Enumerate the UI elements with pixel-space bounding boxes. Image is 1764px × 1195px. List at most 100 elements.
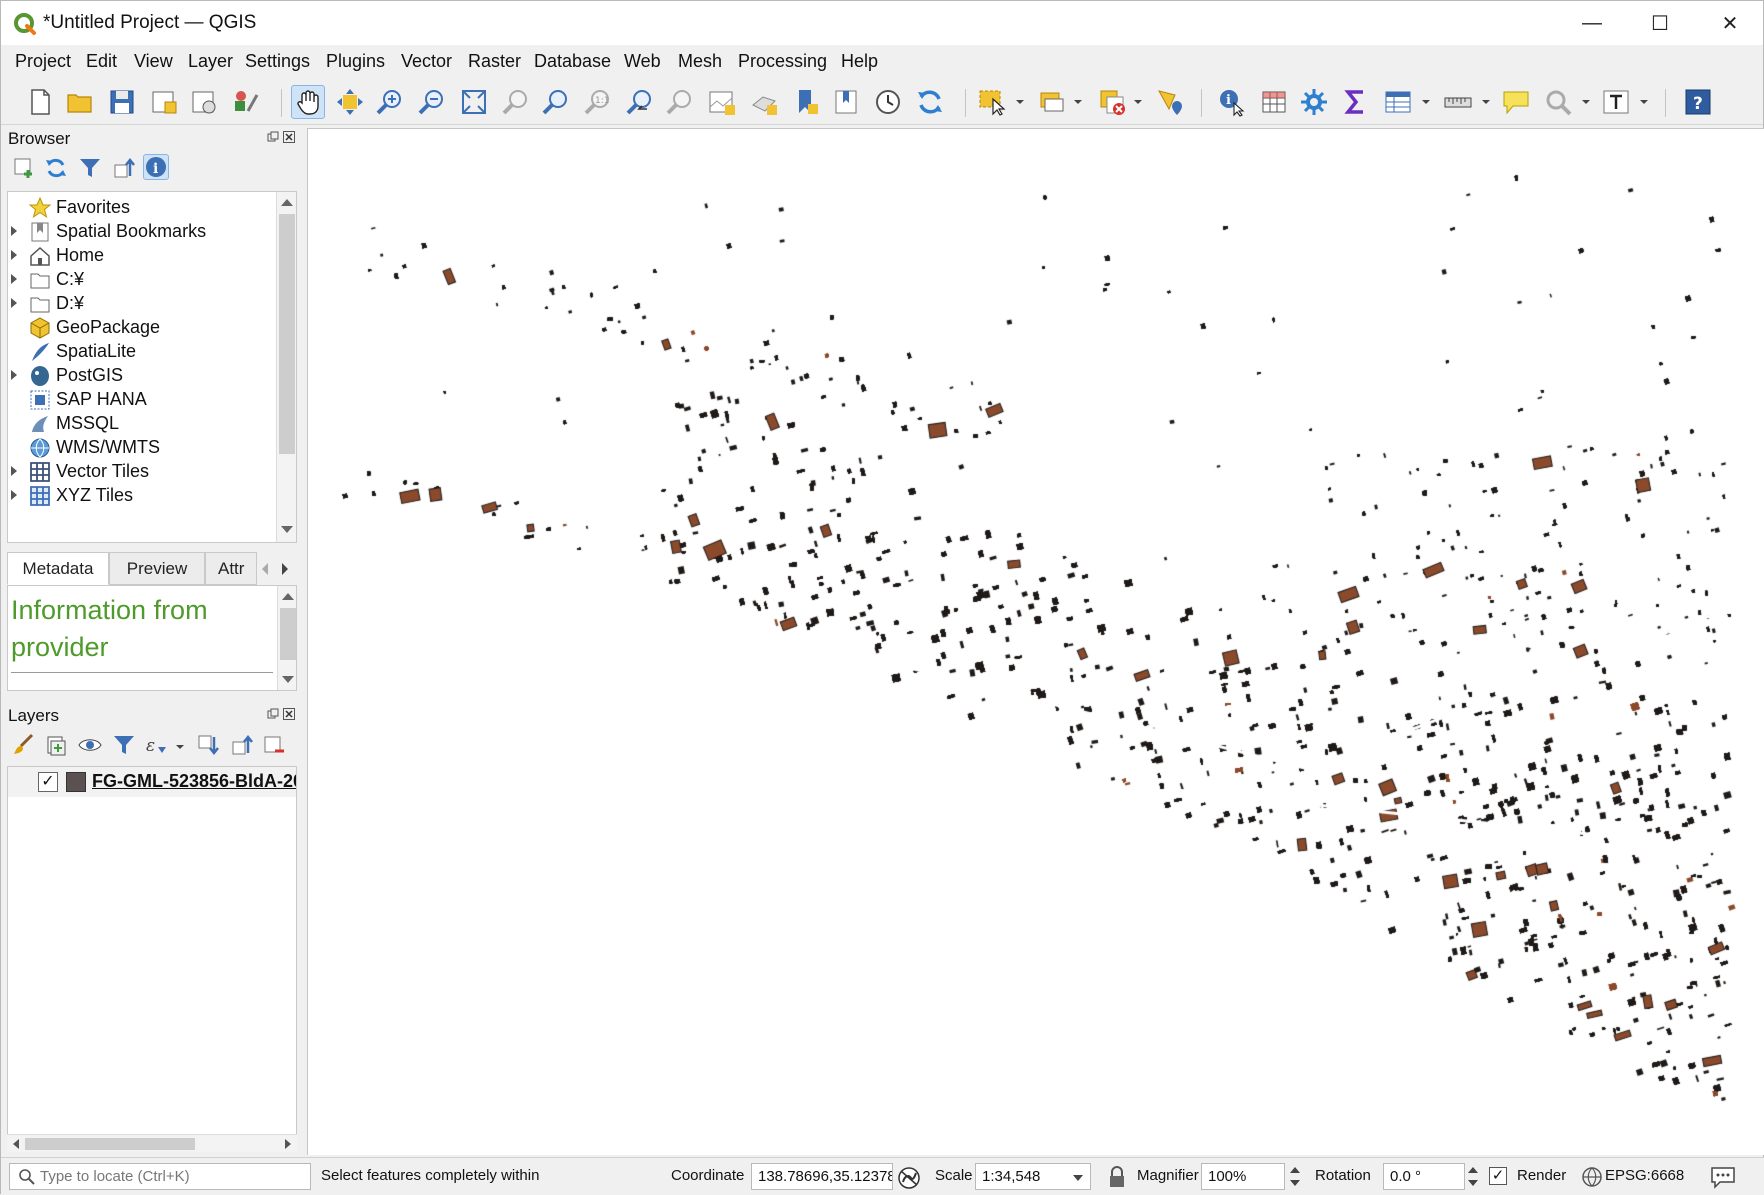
open-project-button[interactable] <box>63 85 97 119</box>
lock-icon[interactable] <box>1107 1166 1127 1188</box>
style-layer-button[interactable] <box>11 732 37 758</box>
temporal-controller-button[interactable] <box>871 85 905 119</box>
locator-button[interactable] <box>1541 85 1575 119</box>
tab-scroll-left-icon[interactable] <box>259 562 271 576</box>
scale-combobox[interactable]: 1:34,548 <box>975 1163 1091 1190</box>
scroll-left-icon[interactable] <box>11 1138 21 1150</box>
coordinate-field[interactable]: 138.78696,35.12378 <box>751 1163 893 1190</box>
new-3d-map-view-button[interactable] <box>747 85 781 119</box>
pan-map-button[interactable] <box>291 85 325 119</box>
tab-attributes[interactable]: Attr <box>205 552 257 585</box>
menu-project[interactable]: Project <box>15 51 71 72</box>
tab-metadata[interactable]: Metadata <box>7 552 109 585</box>
browser-item[interactable]: D:¥ <box>8 290 278 317</box>
menu-vector[interactable]: Vector <box>401 51 452 72</box>
crs-label[interactable]: EPSG:6668 <box>1605 1167 1684 1184</box>
expand-arrow-icon[interactable] <box>11 466 17 476</box>
browser-item[interactable]: C:¥ <box>8 266 278 293</box>
chevron-down-icon[interactable] <box>1421 97 1431 107</box>
float-panel-icon[interactable] <box>267 708 279 720</box>
map-tips-button[interactable] <box>1499 85 1533 119</box>
deselect-features-button[interactable] <box>1095 85 1129 119</box>
layer-visibility-checkbox[interactable]: ✓ <box>38 772 58 792</box>
browser-item[interactable]: Home <box>8 242 278 269</box>
layers-horizontal-scrollbar[interactable] <box>7 1134 297 1152</box>
menu-processing[interactable]: Processing <box>738 51 827 72</box>
add-group-button[interactable] <box>43 732 69 758</box>
new-spatial-bookmark-button[interactable] <box>789 85 823 119</box>
browser-item[interactable]: MSSQL <box>8 410 278 437</box>
zoom-last-button[interactable] <box>623 85 657 119</box>
menu-edit[interactable]: Edit <box>86 51 117 72</box>
metadata-scrollbar[interactable] <box>277 586 296 690</box>
chevron-down-icon[interactable] <box>175 742 185 752</box>
zoom-native-button[interactable]: 1:1 <box>581 85 615 119</box>
menu-raster[interactable]: Raster <box>468 51 521 72</box>
tab-preview[interactable]: Preview <box>109 552 205 585</box>
filter-browser-button[interactable] <box>77 155 103 181</box>
statistical-summary-button[interactable] <box>1339 85 1373 119</box>
remove-layer-button[interactable] <box>261 732 287 758</box>
browser-item[interactable]: GeoPackage <box>8 314 278 341</box>
messages-icon[interactable] <box>1709 1165 1737 1189</box>
close-panel-icon[interactable] <box>283 708 295 720</box>
browser-item[interactable]: WMS/WMTS <box>8 434 278 461</box>
processing-toolbox-button[interactable] <box>1297 85 1331 119</box>
refresh-button[interactable] <box>913 85 947 119</box>
chevron-down-icon[interactable] <box>1581 97 1591 107</box>
zoom-in-button[interactable] <box>373 85 407 119</box>
expand-all-button[interactable] <box>195 732 221 758</box>
menu-view[interactable]: View <box>134 51 173 72</box>
browser-item[interactable]: XYZ Tiles <box>8 482 278 509</box>
chevron-down-icon[interactable] <box>1639 97 1649 107</box>
menu-help[interactable]: Help <box>841 51 878 72</box>
new-project-button[interactable] <box>23 85 57 119</box>
chevron-down-icon[interactable] <box>1073 97 1083 107</box>
select-by-value-button[interactable] <box>1035 85 1069 119</box>
zoom-out-button[interactable] <box>415 85 449 119</box>
chevron-down-icon[interactable] <box>1133 97 1143 107</box>
refresh-browser-button[interactable] <box>43 155 69 181</box>
manage-visibility-button[interactable] <box>77 732 103 758</box>
select-features-button[interactable] <box>975 85 1009 119</box>
expand-arrow-icon[interactable] <box>11 274 17 284</box>
menu-plugins[interactable]: Plugins <box>326 51 385 72</box>
attribute-table-button[interactable] <box>1257 85 1291 119</box>
browser-scrollbar[interactable] <box>276 192 296 542</box>
maximize-button[interactable]: ☐ <box>1625 1 1695 45</box>
spin-arrows-icon[interactable] <box>1465 1163 1481 1190</box>
browser-item[interactable]: Favorites <box>8 194 278 221</box>
browser-item[interactable]: Spatial Bookmarks <box>8 218 278 245</box>
magnifier-spinbox[interactable]: 100% <box>1201 1163 1285 1190</box>
crs-globe-icon[interactable] <box>1581 1166 1603 1188</box>
toggle-extents-icon[interactable] <box>897 1166 921 1190</box>
show-bookmarks-button[interactable] <box>829 85 863 119</box>
collapse-all-layers-button[interactable] <box>229 732 255 758</box>
pan-to-selection-button[interactable] <box>333 85 367 119</box>
expand-arrow-icon[interactable] <box>11 370 17 380</box>
menu-mesh[interactable]: Mesh <box>678 51 722 72</box>
browser-item[interactable]: SAP HANA <box>8 386 278 413</box>
layer-item[interactable]: ✓ FG-GML-523856-BldA-20 <box>8 767 296 797</box>
help-button[interactable]: ? <box>1681 85 1715 119</box>
close-panel-icon[interactable] <box>283 131 295 143</box>
enable-properties-button[interactable]: i <box>143 154 169 180</box>
filter-legend-button[interactable] <box>111 732 137 758</box>
float-panel-icon[interactable] <box>267 131 279 143</box>
zoom-next-button[interactable] <box>663 85 697 119</box>
zoom-full-button[interactable] <box>457 85 491 119</box>
layout-manager-button[interactable] <box>187 85 221 119</box>
expand-arrow-icon[interactable] <box>11 298 17 308</box>
expand-arrow-icon[interactable] <box>11 250 17 260</box>
collapse-all-button[interactable] <box>111 155 137 181</box>
minimize-button[interactable]: — <box>1557 1 1627 45</box>
identify-features-button[interactable]: i <box>1215 85 1249 119</box>
chevron-down-icon[interactable] <box>1481 97 1491 107</box>
browser-item[interactable]: Vector Tiles <box>8 458 278 485</box>
add-selected-layers-button[interactable] <box>11 155 37 181</box>
dock-splitter[interactable] <box>299 125 307 1155</box>
text-annotation-button[interactable] <box>1599 85 1633 119</box>
rotation-spinbox[interactable]: 0.0 ° <box>1383 1163 1465 1190</box>
menu-database[interactable]: Database <box>534 51 611 72</box>
open-table-button[interactable] <box>1381 85 1415 119</box>
